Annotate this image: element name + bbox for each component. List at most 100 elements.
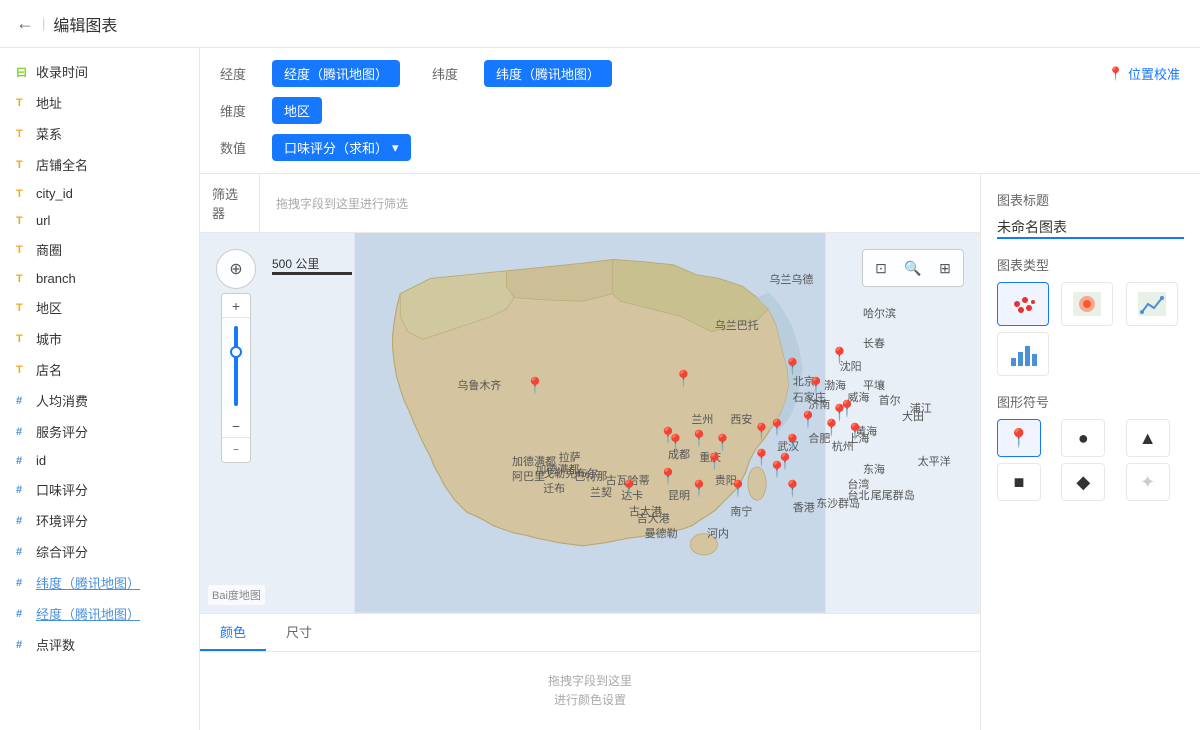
main-layout: 曰收录时间T地址T菜系T店铺全名Tcity_idTurlT商圈TbranchT地… xyxy=(0,48,1200,730)
sidebar-item-12[interactable]: #服务评分 xyxy=(0,416,199,447)
sidebar-item-label: 菜系 xyxy=(36,124,62,143)
color-drop-area[interactable]: 拖拽字段到这里进行颜色设置 xyxy=(200,652,980,730)
map-pin-10[interactable]: 📍 xyxy=(845,422,865,442)
sidebar-item-2[interactable]: T 菜系 xyxy=(0,118,199,149)
map-pin-1[interactable]: 📍 xyxy=(674,369,694,389)
longitude-label: 经度 xyxy=(220,64,260,83)
sidebar-item-label: id xyxy=(36,453,46,468)
filter-drop-area[interactable]: 拖拽字段到这里进行筛选 xyxy=(260,174,980,232)
back-button[interactable]: ← xyxy=(16,13,34,34)
longitude-tag[interactable]: 经度（腾讯地图） xyxy=(272,60,400,87)
type-icon: T xyxy=(16,128,30,140)
map-scale: 500 公里 xyxy=(272,255,352,275)
sidebar-item-18[interactable]: #经度（腾讯地图） xyxy=(0,598,199,629)
sidebar-item-0[interactable]: 曰收录时间 xyxy=(0,56,199,87)
map-tool-save[interactable]: ⊡ xyxy=(867,254,895,282)
map-pin-3[interactable]: 📍 xyxy=(806,376,826,396)
map-tool-grid[interactable]: ⊞ xyxy=(931,254,959,282)
map-pin-21[interactable]: 📍 xyxy=(658,467,678,487)
value-tag[interactable]: 口味评分（求和） ▾ xyxy=(272,134,411,161)
baidu-watermark: Bai度地图 xyxy=(208,585,265,605)
map-pin-11[interactable]: 📍 xyxy=(783,433,803,453)
symbol-star[interactable]: ✦ xyxy=(1126,463,1170,501)
map-pin-13[interactable]: 📍 xyxy=(713,433,733,453)
map-pin-23[interactable]: 📍 xyxy=(619,479,639,499)
type-icon: T xyxy=(16,97,30,109)
scale-bar xyxy=(272,272,352,275)
map-pin-20[interactable]: 📍 xyxy=(783,479,803,499)
map-container[interactable]: 乌兰乌德乌兰巴托哈尔滨长春沈阳北京威海平壤首尔大田浦江济南石家庄渤海黄海东海太平… xyxy=(200,233,980,613)
cs-tab-尺寸[interactable]: 尺寸 xyxy=(266,614,332,651)
zoom-in-button[interactable]: + xyxy=(222,294,250,318)
sidebar-item-19[interactable]: #点评数 xyxy=(0,629,199,660)
symbol-circle[interactable]: ● xyxy=(1061,419,1105,457)
map-pin-12[interactable]: 📍 xyxy=(752,422,772,442)
sidebar-item-label: 综合评分 xyxy=(36,542,88,561)
sidebar-item-14[interactable]: #口味评分 xyxy=(0,474,199,505)
chart-title-label: 图表标题 xyxy=(997,190,1184,209)
map-pin-0[interactable]: 📍 xyxy=(525,376,545,396)
map-pin-17[interactable]: 📍 xyxy=(705,452,725,472)
map-pin-16[interactable]: 📍 xyxy=(666,433,686,453)
sidebar-item-16[interactable]: #综合评分 xyxy=(0,536,199,567)
longitude-row: 经度 经度（腾讯地图） 纬度 纬度（腾讯地图） 📍 位置校准 xyxy=(220,60,1180,87)
map-pin-24[interactable]: 📍 xyxy=(728,479,748,499)
sidebar-item-3[interactable]: T店铺全名 xyxy=(0,149,199,180)
symbol-diamond[interactable]: ◆ xyxy=(1061,463,1105,501)
config-panel: 经度 经度（腾讯地图） 纬度 纬度（腾讯地图） 📍 位置校准 维度 地区 数值 … xyxy=(200,48,1200,174)
chart-type-scatter-map[interactable] xyxy=(997,282,1049,326)
sidebar-item-8[interactable]: T地区 xyxy=(0,292,199,323)
map-pin-25[interactable]: 📍 xyxy=(775,452,795,472)
chart-type-section: 图表类型 xyxy=(997,255,1184,376)
chart-type-heat-map[interactable] xyxy=(1061,282,1113,326)
symbol-square[interactable]: ■ xyxy=(997,463,1041,501)
type-icon: T xyxy=(16,244,30,256)
chart-title-section: 图表标题 xyxy=(997,190,1184,239)
sidebar-item-10[interactable]: T店名 xyxy=(0,354,199,385)
map-pin-9[interactable]: 📍 xyxy=(837,399,857,419)
chart-type-bar[interactable] xyxy=(997,332,1049,376)
type-icon: T xyxy=(16,273,30,285)
cs-tab-颜色[interactable]: 颜色 xyxy=(200,614,266,651)
sidebar-item-11[interactable]: #人均消费 xyxy=(0,385,199,416)
symbol-label: 图形符号 xyxy=(997,392,1184,411)
map-navigation: ⊕ + − − xyxy=(216,249,256,463)
chart-title-input[interactable] xyxy=(997,217,1184,239)
sidebar-item-1[interactable]: T地址 xyxy=(0,87,199,118)
sidebar-item-5[interactable]: Turl xyxy=(0,207,199,234)
map-pins: 📍📍📍📍📍📍📍📍📍📍📍📍📍📍📍📍📍📍📍📍📍📍📍📍📍📍 xyxy=(200,233,980,613)
zoom-slider[interactable] xyxy=(222,318,250,414)
symbol-triangle[interactable]: ▲ xyxy=(1126,419,1170,457)
type-icon: # xyxy=(16,515,30,527)
sidebar-item-7[interactable]: Tbranch xyxy=(0,265,199,292)
type-icon: # xyxy=(16,484,30,496)
zoom-out2-button[interactable]: − xyxy=(222,438,250,462)
chart-type-line-map[interactable] xyxy=(1126,282,1178,326)
sidebar-item-4[interactable]: Tcity_id xyxy=(0,180,199,207)
symbol-section: 图形符号 📍 ● ▲ ■ ◆ ✦ xyxy=(997,392,1184,501)
symbol-pin[interactable]: 📍 xyxy=(997,419,1041,457)
zoom-out-button[interactable]: − xyxy=(222,414,250,438)
sidebar-item-15[interactable]: #环境评分 xyxy=(0,505,199,536)
map-pin-4[interactable]: 📍 xyxy=(830,346,850,366)
type-icon: T xyxy=(16,333,30,345)
sidebar-item-label: branch xyxy=(36,271,76,286)
map-pin-22[interactable]: 📍 xyxy=(689,479,709,499)
chart-types-grid xyxy=(997,282,1184,376)
sidebar-item-13[interactable]: #id xyxy=(0,447,199,474)
type-icon: # xyxy=(16,639,30,651)
dimension-tag[interactable]: 地区 xyxy=(272,97,322,124)
value-label: 数值 xyxy=(220,138,260,157)
scale-text: 500 公里 xyxy=(272,255,319,272)
map-tool-search[interactable]: 🔍 xyxy=(899,254,927,282)
map-pin-2[interactable]: 📍 xyxy=(783,357,803,377)
sidebar-item-17[interactable]: #纬度（腾讯地图） xyxy=(0,567,199,598)
compass-button[interactable]: ⊕ xyxy=(216,249,256,289)
sidebar-item-6[interactable]: T商圈 xyxy=(0,234,199,265)
location-calibrate-button[interactable]: 📍 位置校准 xyxy=(1108,64,1180,83)
map-pin-5[interactable]: 📍 xyxy=(798,410,818,430)
latitude-tag[interactable]: 纬度（腾讯地图） xyxy=(484,60,612,87)
sidebar-item-9[interactable]: T城市 xyxy=(0,323,199,354)
map-pin-14[interactable]: 📍 xyxy=(689,429,709,449)
sidebar-item-label: 经度（腾讯地图） xyxy=(36,604,140,623)
